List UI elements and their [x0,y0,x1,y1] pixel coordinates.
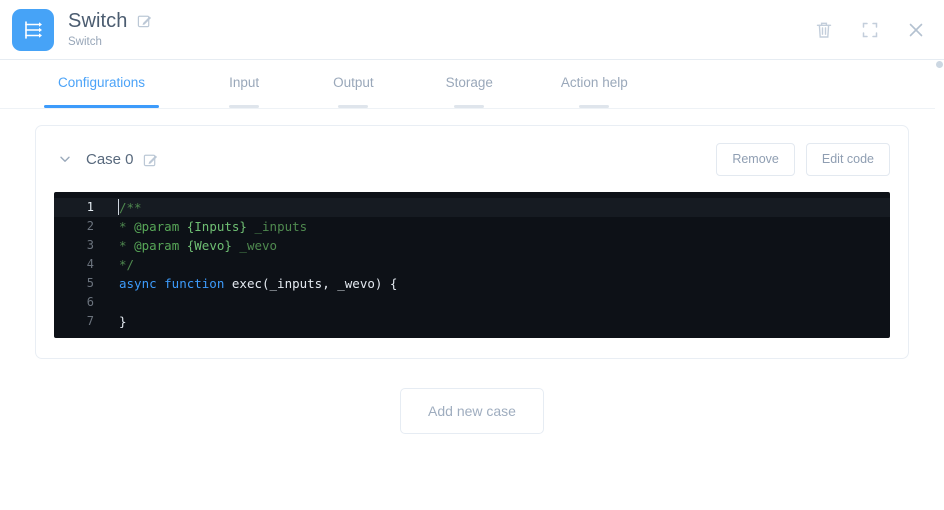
main-content: Case 0 Remove Edit code 1 /** 2 * @param… [0,109,944,434]
close-x-icon[interactable] [906,20,926,40]
trash-icon[interactable] [814,20,834,40]
line-text: */ [106,255,890,274]
tab-label: Action help [547,74,642,91]
code-line[interactable]: 2 * @param {Inputs} _inputs [54,217,890,236]
code-line[interactable]: 5 async function exec(_inputs, _wevo) { [54,274,890,293]
tab-storage[interactable]: Storage [432,60,507,108]
remove-case-button[interactable]: Remove [716,143,795,176]
code-token: async function [119,276,232,291]
edit-code-button[interactable]: Edit code [806,143,890,176]
page-scrollbar[interactable] [935,61,944,510]
line-number: 6 [54,293,106,312]
tab-underline [229,105,259,108]
header-actions [814,20,926,40]
add-new-case-button[interactable]: Add new case [400,388,544,434]
page-title: Switch [68,10,128,32]
add-case-row: Add new case [35,388,909,434]
code-token: exec(_inputs, _wevo) { [232,276,398,291]
line-text: /** [106,198,890,217]
code-token: } [119,314,127,329]
tab-label: Output [319,74,388,91]
code-line[interactable]: 6 [54,293,890,312]
code-line[interactable]: 7 } [54,312,890,331]
code-token: */ [119,257,134,272]
chevron-down-icon[interactable] [58,152,72,166]
expand-brackets-icon[interactable] [860,20,880,40]
tab-label: Input [215,74,273,91]
app-header: Switch Switch [0,0,944,60]
line-number: 1 [54,198,106,217]
code-token: {Wevo} [187,238,232,253]
code-token: * [119,238,134,253]
code-token: {Inputs} [187,219,247,234]
line-number: 4 [54,255,106,274]
tab-underline [44,105,159,108]
line-number: 3 [54,236,106,255]
code-line[interactable]: 3 * @param {Wevo} _wevo [54,236,890,255]
tab-action-help[interactable]: Action help [547,60,642,108]
line-text: async function exec(_inputs, _wevo) { [106,274,890,293]
line-number: 7 [54,312,106,331]
code-editor[interactable]: 1 /** 2 * @param {Inputs} _inputs 3 * @p… [54,192,890,338]
case-header: Case 0 Remove Edit code [54,126,890,192]
tab-underline [454,105,484,108]
tab-input[interactable]: Input [215,60,273,108]
case-title: Case 0 [86,151,134,168]
title-row: Switch [68,10,814,32]
code-token: _inputs [247,219,307,234]
code-token: /** [119,200,142,215]
tab-label: Configurations [44,74,159,91]
header-title-block: Switch Switch [68,10,814,50]
line-text: * @param {Wevo} _wevo [106,236,890,255]
tab-underline [338,105,368,108]
case-edit-pencil-icon[interactable] [143,152,158,167]
line-number: 2 [54,217,106,236]
code-token: @param [134,219,187,234]
edit-pencil-icon[interactable] [137,13,152,28]
tab-bar: Configurations Input Output Storage Acti… [0,60,944,109]
line-text: * @param {Inputs} _inputs [106,217,890,236]
code-token: * [119,219,134,234]
code-token: @param [134,238,187,253]
line-text: } [106,312,890,331]
code-token: _wevo [232,238,277,253]
code-line[interactable]: 4 */ [54,255,890,274]
line-number: 5 [54,274,106,293]
tab-output[interactable]: Output [319,60,388,108]
app-icon [12,9,54,51]
tab-configurations[interactable]: Configurations [44,60,159,108]
scrollbar-thumb[interactable] [936,61,943,68]
page-subtitle: Switch [68,35,814,50]
switch-branch-icon [21,18,45,42]
tab-label: Storage [432,74,507,91]
tab-underline [579,105,609,108]
case-card: Case 0 Remove Edit code 1 /** 2 * @param… [35,125,909,359]
code-line[interactable]: 1 /** [54,198,890,217]
